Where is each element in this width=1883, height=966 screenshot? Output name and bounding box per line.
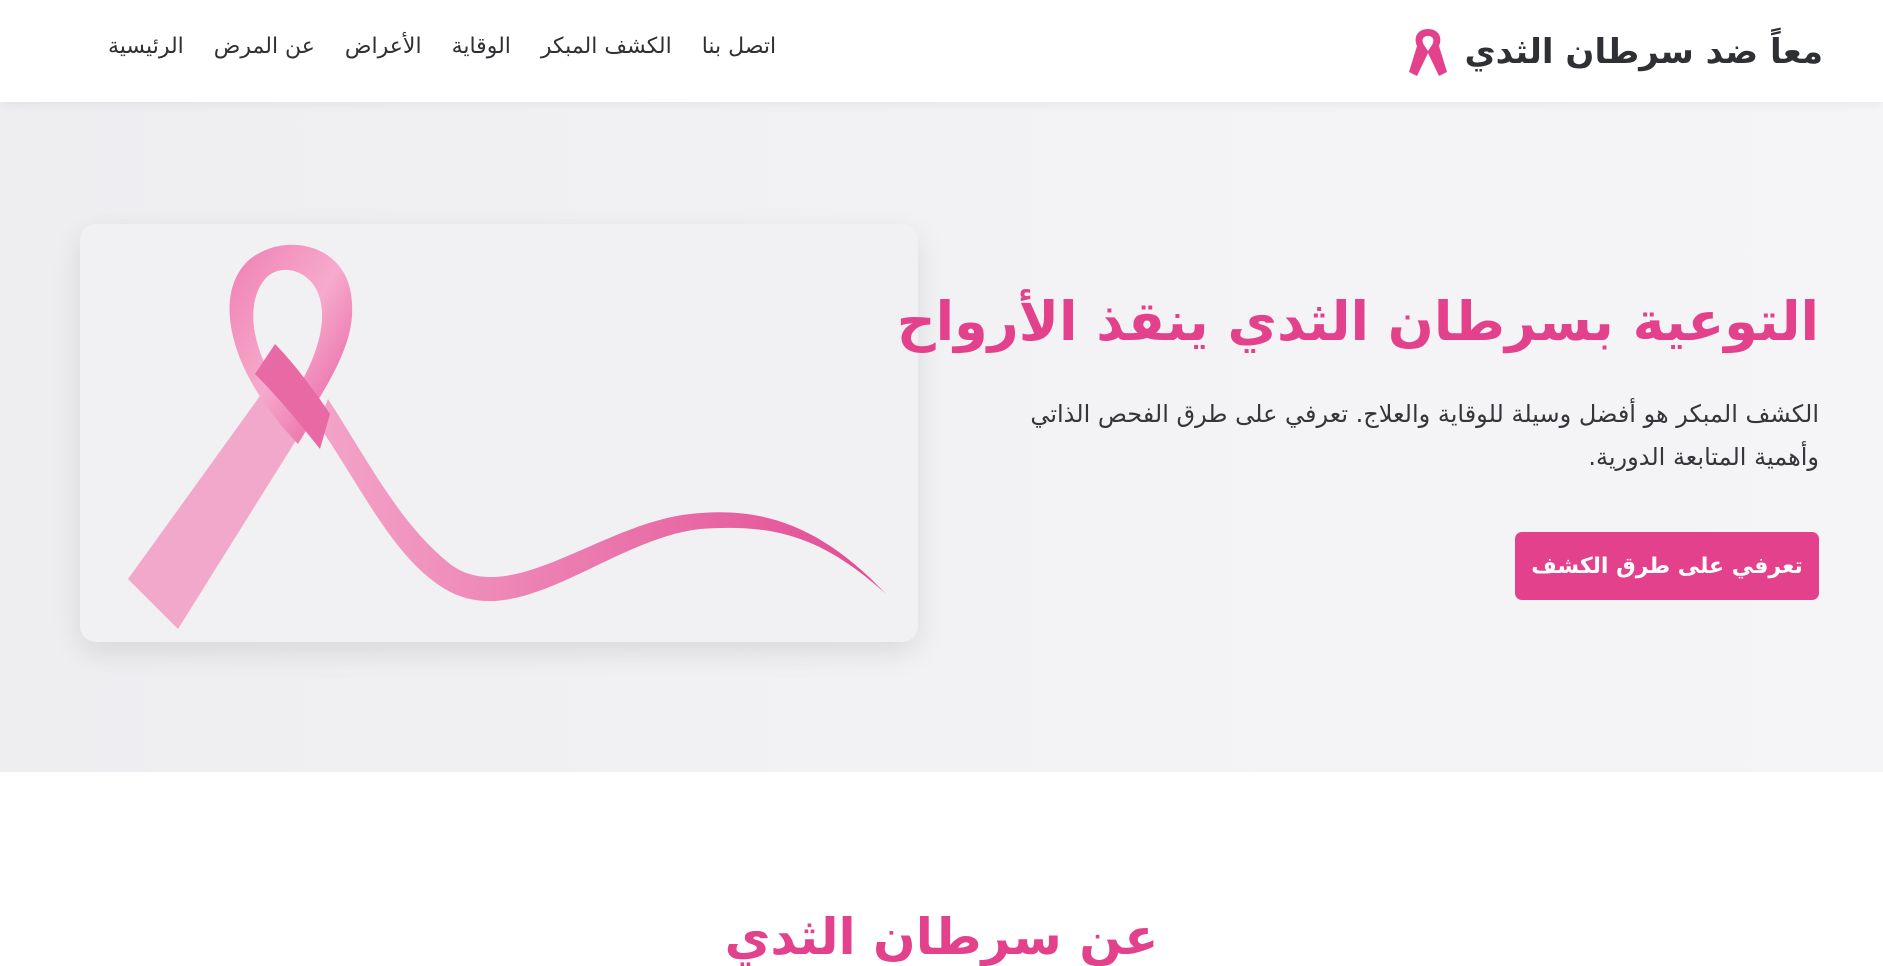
nav-contact[interactable]: اتصل بنا	[702, 34, 776, 59]
site-header: معاً ضد سرطان الثدي الرئيسية عن المرض ال…	[0, 0, 1883, 102]
nav-symptoms[interactable]: الأعراض	[345, 34, 422, 59]
main-nav: الرئيسية عن المرض الأعراض الوقاية الكشف …	[108, 34, 776, 59]
hero-description: الكشف المبكر هو أفضل وسيلة للوقاية والعل…	[1030, 399, 1819, 471]
pink-ribbon-icon	[1409, 29, 1448, 76]
nav-prevention[interactable]: الوقاية	[452, 34, 511, 59]
pink-ribbon-illustration	[128, 244, 886, 629]
nav-home[interactable]: الرئيسية	[108, 34, 184, 59]
learn-detection-button[interactable]: تعرفي على طرق الكشف	[1515, 532, 1819, 600]
nav-about[interactable]: عن المرض	[214, 34, 315, 59]
hero-section: التوعية بسرطان الثدي ينقذ الأرواح الكشف …	[0, 102, 1883, 772]
hero-image	[80, 224, 918, 642]
brand[interactable]: معاً ضد سرطان الثدي	[1404, 24, 1823, 80]
about-section-title: عن سرطان الثدي	[724, 908, 1159, 966]
hero-title: التوعية بسرطان الثدي ينقذ الأرواح	[896, 290, 1819, 353]
nav-early-detection[interactable]: الكشف المبكر	[541, 34, 672, 59]
hero-text: التوعية بسرطان الثدي ينقذ الأرواح الكشف …	[896, 290, 1819, 479]
brand-title: معاً ضد سرطان الثدي	[1464, 32, 1823, 72]
